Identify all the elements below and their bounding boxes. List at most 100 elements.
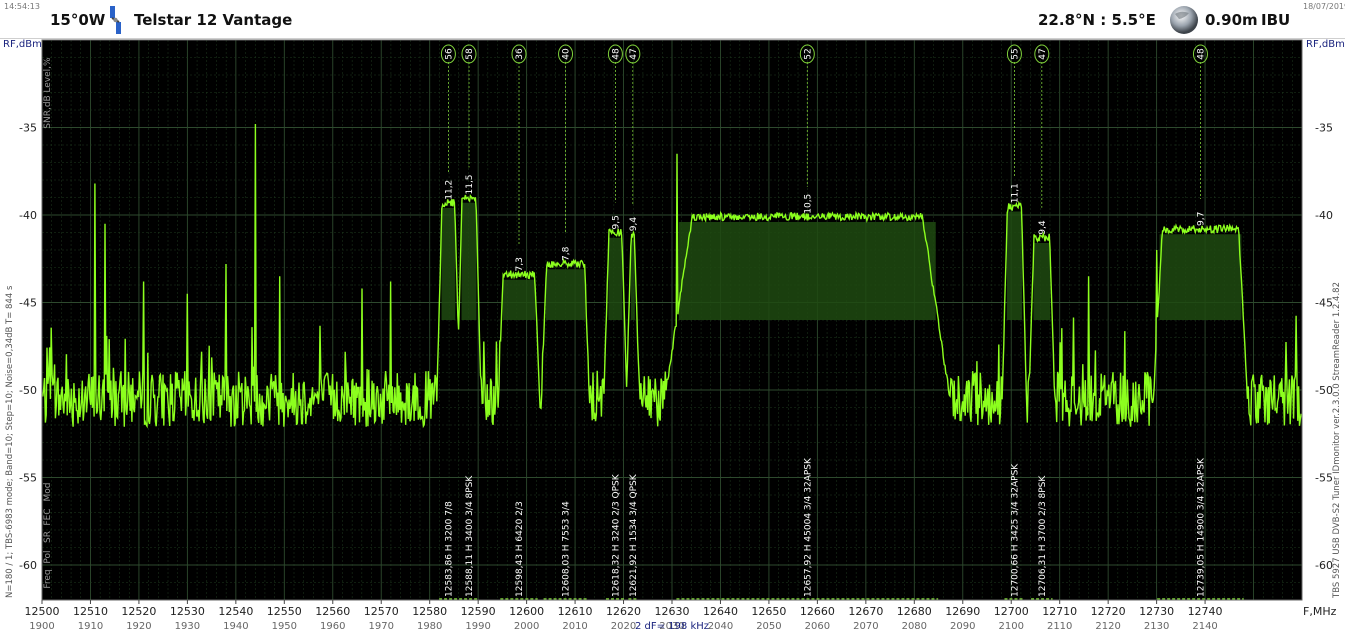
snr-value: 7,8 [562,246,572,261]
if-tick-label: 2090 [950,621,975,632]
level-value: 55 [1010,48,1020,59]
carrier-info: 12700,66 H 3425 3/4 32APSK [1010,463,1020,597]
if-tick-label: 2130 [1144,621,1169,632]
carrier-fill [502,279,536,320]
x-tick-label: 12630 [655,605,690,618]
y-tick-label-left: -60 [19,559,37,572]
x-tick-label: 12670 [848,605,883,618]
if-tick-label: 1970 [369,621,394,632]
x-tick-label: 12650 [751,605,786,618]
if-tick-label: 2100 [999,621,1024,632]
x-tick-label: 12720 [1091,605,1126,618]
y-tick-label-right: -35 [1315,122,1333,135]
row-label: FEC [43,508,53,525]
y-tick-label-left: -55 [19,472,37,485]
y-tick-label-left: -50 [19,384,37,397]
y-tick-label-right: -40 [1315,209,1333,222]
if-tick-label: 2120 [1095,621,1120,632]
carrier-fill [441,208,456,320]
x-tick-label: 12610 [558,605,593,618]
snr-value: 9,5 [611,215,621,229]
if-tick-label: 2140 [1192,621,1217,632]
x-tick-label: 12680 [897,605,932,618]
if-tick-label: 2020 [611,621,636,632]
y-tick-label-right: -55 [1315,472,1333,485]
carrier-fill [545,269,586,320]
carrier-info: 12618,32 H 3240 2/3 QPSK [611,473,621,597]
x-tick-label: 12710 [1042,605,1077,618]
if-tick-label: 2110 [1047,621,1072,632]
if-tick-label: 2010 [562,621,587,632]
y-tick-label-left: -35 [19,122,37,135]
carrier-fill [678,222,936,320]
x-tick-label: 12540 [218,605,253,618]
level-value: 52 [803,48,813,59]
snr-value: 7,3 [515,257,525,271]
carrier-fill [1159,234,1242,320]
row-label: Mod [43,483,53,502]
spectrum-chart: 56 11,2 12583,86 H 3200 7/8 58 11,5 12588,11 … [3,39,1345,632]
snr-value: 9,7 [1196,212,1206,226]
right-axis-unit: RF,dBm [1306,39,1345,50]
if-tick-label: 1900 [29,621,54,632]
if-tick-label: 2000 [514,621,539,632]
if-tick-label: 2080 [902,621,927,632]
x-tick-label: 12560 [315,605,350,618]
if-tick-label: 2070 [853,621,878,632]
y-tick-label-left: -40 [19,209,37,222]
carrier-fill [608,237,623,320]
x-tick-label: 12600 [509,605,544,618]
x-tick-label: 12510 [73,605,108,618]
if-tick-label: 1980 [417,621,442,632]
carrier-info: 12588,11 H 3400 3/4 8PSK [465,475,475,597]
if-tick-label: 1950 [272,621,297,632]
if-tick-label: 1990 [465,621,490,632]
carrier-info: 12657,92 H 45004 3/4 32APSK [803,457,813,597]
carrier-info: 12583,86 H 3200 7/8 [444,501,454,597]
x-axis-unit: F,MHz [1303,605,1337,618]
row-label: Pol [43,550,53,563]
snr-value: 11,2 [444,180,454,200]
if-tick-label: 1960 [320,621,345,632]
left-info-text: N=180 / 1; TBS-6983 mode; Band=10; Step=… [5,285,15,598]
x-tick-label: 12530 [170,605,205,618]
y-tick-label-right: -45 [1315,297,1333,310]
x-tick-label: 12730 [1139,605,1174,618]
x-tick-label: 12550 [267,605,302,618]
carrier-info: 12739,05 H 14900 3/4 32APSK [1196,457,1206,597]
level-value: 40 [562,48,572,60]
snr-value: 11,5 [465,174,475,194]
x-tick-label: 12500 [25,605,60,618]
snr-value: 9,4 [629,217,639,232]
level-value: 48 [611,48,621,60]
snr-value: 10,5 [803,194,813,214]
left-axis-unit: RF,dBm [3,39,42,50]
snr-value: 11,1 [1010,183,1020,203]
row-label: SNR,dB [43,95,53,128]
level-value: 47 [629,48,639,59]
if-tick-label: 1940 [223,621,248,632]
x-tick-label: 12590 [461,605,496,618]
y-tick-label-right: -50 [1315,384,1333,397]
level-value: 47 [1038,48,1048,59]
level-value: 48 [1196,48,1206,60]
x-tick-label: 12740 [1188,605,1223,618]
level-value: 56 [444,48,454,60]
y-tick-label-left: -45 [19,297,37,310]
carrier-info: 12706,31 H 3700 2/3 8PSK [1038,475,1048,597]
level-value: 58 [465,48,475,60]
carrier-fill [461,202,477,320]
y-tick-label-right: -60 [1315,559,1333,572]
row-label: Level,% [43,57,53,93]
carrier-info: 12598,43 H 6420 2/3 [515,501,525,597]
snr-value: 9,4 [1038,220,1048,235]
carrier-fill [1033,243,1051,320]
carrier-info: 12608,03 H 7553 3/4 [562,501,572,597]
if-tick-label: 1930 [175,621,200,632]
row-label: SR [43,531,53,543]
x-tick-label: 12690 [945,605,980,618]
carrier-info: 12621,92 H 1534 3/4 QPSK [629,473,639,597]
row-label: Freq [43,569,53,588]
if-tick-label: 2050 [756,621,781,632]
df-label: 2 dF= 198 kHz [635,621,709,632]
